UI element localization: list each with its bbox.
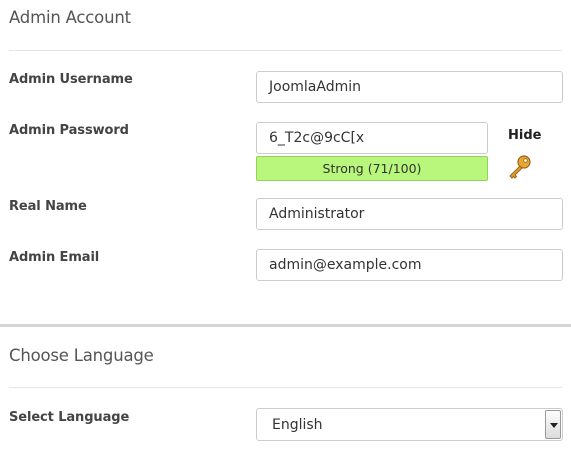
section-separator [0, 324, 571, 327]
admin-username-input[interactable]: JoomlaAdmin [256, 71, 563, 103]
admin-email-input[interactable]: admin@example.com [256, 249, 563, 281]
admin-username-label: Admin Username [9, 72, 133, 87]
real-name-input[interactable]: Administrator [256, 198, 563, 230]
password-strength-meter: Strong (71/100) [256, 156, 488, 181]
admin-password-input[interactable]: 6_T2c@9cC[x [256, 122, 488, 154]
admin-password-label: Admin Password [9, 123, 129, 138]
choose-language-title: Choose Language [9, 346, 154, 365]
language-select[interactable]: English [256, 408, 563, 441]
chevron-down-icon[interactable] [545, 410, 561, 439]
real-name-label: Real Name [9, 199, 87, 214]
language-select-value: English [272, 417, 323, 433]
section-divider [9, 387, 562, 388]
admin-account-title: Admin Account [9, 8, 131, 27]
admin-email-label: Admin Email [9, 250, 100, 265]
hide-password-link[interactable]: Hide [508, 128, 541, 143]
select-language-label: Select Language [9, 410, 130, 425]
key-icon[interactable] [507, 154, 533, 180]
section-divider [9, 50, 562, 51]
